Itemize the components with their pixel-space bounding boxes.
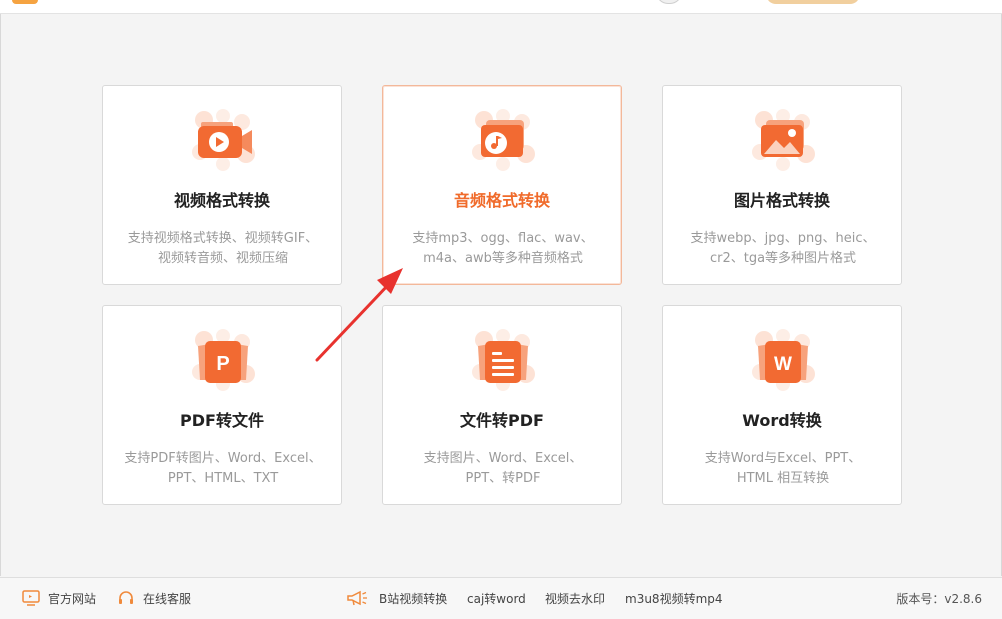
card-file-to-pdf[interactable]: 文件转PDF 支持图片、Word、Excel、 PPT、转PDF bbox=[382, 305, 622, 505]
card-title: Word转换 bbox=[742, 411, 822, 430]
card-description: 支持图片、Word、Excel、 PPT、转PDF bbox=[423, 451, 583, 486]
version-label: 版本号：v2.8.6 bbox=[896, 592, 982, 606]
footer-link-bilibili[interactable]: B站视频转换 bbox=[346, 590, 447, 607]
card-word-convert[interactable]: W Word转换 支持Word与Excel、PPT、 HTML 相互转换 bbox=[662, 305, 902, 505]
headset-icon bbox=[119, 591, 133, 604]
footer-link-watermark[interactable]: 视频去水印 bbox=[545, 591, 605, 607]
card-image-convert[interactable]: 图片格式转换 支持webp、jpg、png、heic、 cr2、tga等多种图片… bbox=[662, 85, 902, 285]
card-title: PDF转文件 bbox=[180, 411, 264, 430]
vip-button[interactable] bbox=[766, 0, 860, 4]
video-icon bbox=[188, 108, 258, 172]
audio-icon bbox=[468, 108, 538, 172]
svg-text:W: W bbox=[774, 354, 792, 375]
image-icon bbox=[748, 108, 818, 172]
card-title: 图片格式转换 bbox=[733, 191, 830, 210]
card-audio-convert[interactable]: 音频格式转换 支持mp3、ogg、flac、wav、 m4a、awb等多种音频格… bbox=[382, 85, 622, 285]
footer-link-m3u8[interactable]: m3u8视频转mp4 bbox=[625, 591, 723, 607]
footer-bar: 官方网站 在线客服 B站视频转换 caj转word 视频去水印 m3u8视频转m… bbox=[0, 577, 1002, 619]
card-video-convert[interactable]: 视频格式转换 支持视频格式转换、视频转GIF、 视频转音频、视频压缩 bbox=[102, 85, 342, 285]
card-description: 支持视频格式转换、视频转GIF、 视频转音频、视频压缩 bbox=[127, 231, 319, 266]
word-icon: W bbox=[748, 328, 818, 392]
user-avatar[interactable] bbox=[656, 0, 682, 4]
document-icon bbox=[468, 328, 538, 392]
card-pdf-to-file[interactable]: P PDF转文件 支持PDF转图片、Word、Excel、 PPT、HTML、T… bbox=[102, 305, 342, 505]
card-description: 支持PDF转图片、Word、Excel、 PPT、HTML、TXT bbox=[124, 451, 322, 486]
card-title: 视频格式转换 bbox=[173, 191, 270, 210]
footer-link-caj[interactable]: caj转word bbox=[467, 591, 526, 607]
pdf-icon: P bbox=[188, 328, 258, 392]
card-description: 支持Word与Excel、PPT、 HTML 相互转换 bbox=[704, 451, 862, 486]
megaphone-icon bbox=[347, 590, 367, 606]
official-website-link[interactable]: 官方网站 bbox=[22, 590, 96, 607]
card-description: 支持mp3、ogg、flac、wav、 m4a、awb等多种音频格式 bbox=[412, 231, 594, 266]
annotation-arrow bbox=[315, 268, 403, 362]
app-logo bbox=[12, 0, 38, 4]
card-description: 支持webp、jpg、png、heic、 cr2、tga等多种图片格式 bbox=[690, 231, 876, 266]
online-support-link[interactable]: 在线客服 bbox=[117, 591, 191, 607]
title-bar bbox=[0, 0, 1002, 14]
card-title: 音频格式转换 bbox=[453, 191, 550, 210]
card-title: 文件转PDF bbox=[460, 411, 544, 430]
svg-text:P: P bbox=[216, 353, 229, 375]
monitor-icon bbox=[22, 590, 40, 606]
main-panel: 视频格式转换 支持视频格式转换、视频转GIF、 视频转音频、视频压缩 音频格式转… bbox=[0, 14, 1002, 576]
